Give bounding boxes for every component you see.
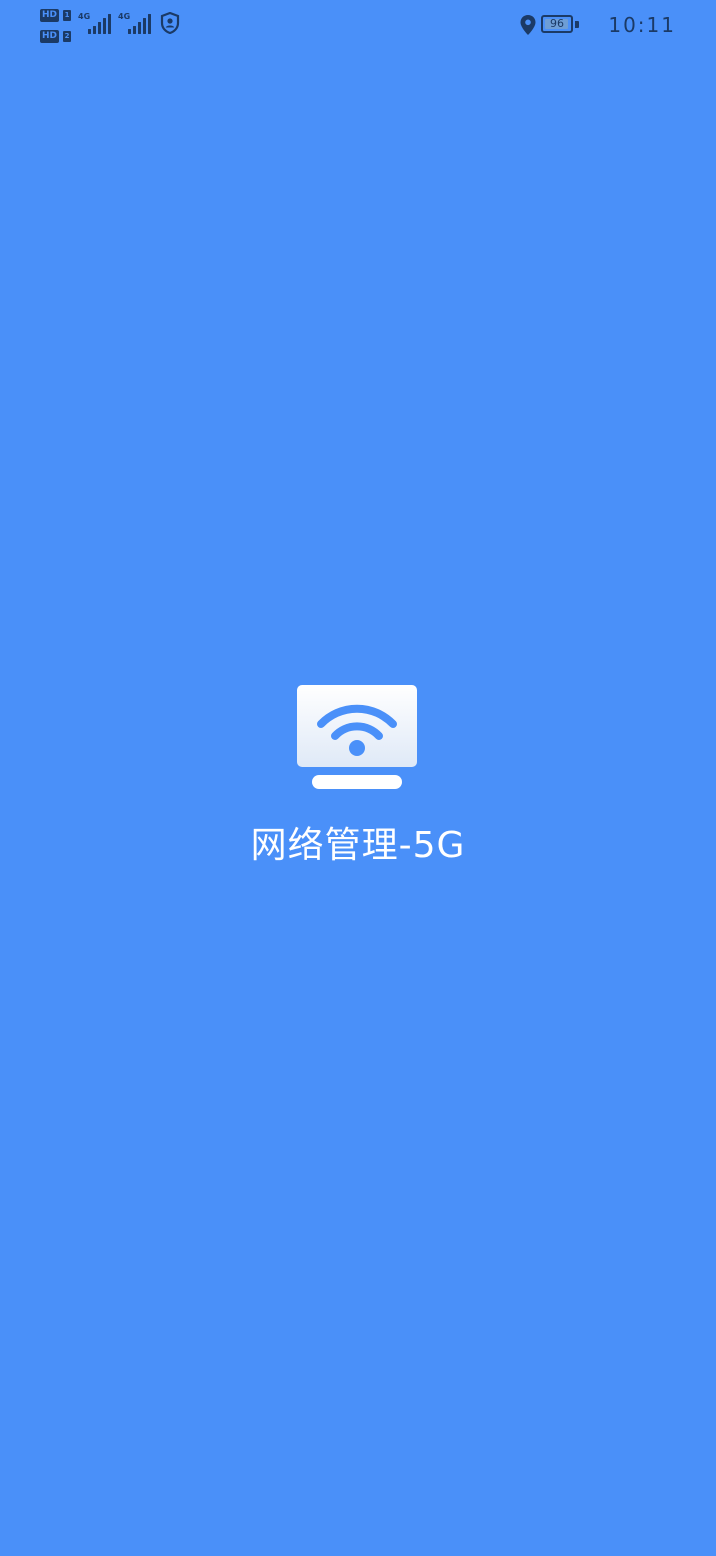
signal-strength-icon: 4G: [78, 12, 114, 40]
signal-strength-icon: 4G: [118, 12, 154, 40]
hd-volte-icon: HD 2: [40, 30, 74, 44]
splash-screen: HD 1 HD 2 4G 4G 96 10:11 网络管理-5G: [0, 0, 716, 1556]
battery-percentage: 96: [550, 17, 564, 30]
hd-badge-2: HD: [40, 30, 60, 43]
location-pin-icon: [520, 15, 536, 35]
status-bar-time: 10:11: [608, 13, 676, 37]
monitor-wifi-icon: [297, 685, 417, 789]
hd-badge-1: HD: [40, 9, 60, 22]
network-type-label: 4G: [78, 12, 91, 21]
app-title: 网络管理-5G: [250, 825, 466, 866]
sim-1-label: 1: [63, 10, 71, 21]
hd-volte-icon: HD 1: [40, 9, 74, 23]
battery-icon: 96: [541, 15, 573, 33]
battery-tip: [575, 21, 579, 28]
sim-2-label: 2: [63, 31, 71, 42]
security-shield-icon: [160, 12, 180, 34]
network-type-label: 4G: [118, 12, 131, 21]
status-bar: HD 1 HD 2 4G 4G 96 10:11: [0, 0, 716, 50]
